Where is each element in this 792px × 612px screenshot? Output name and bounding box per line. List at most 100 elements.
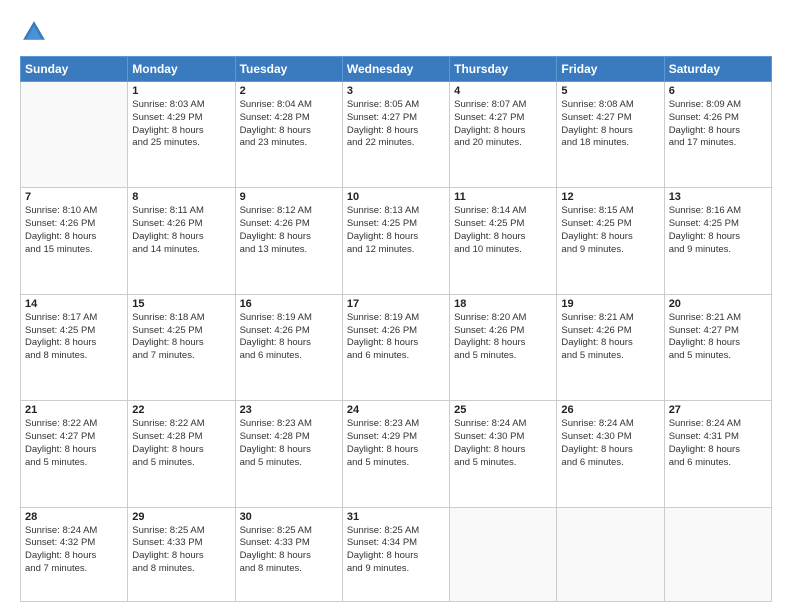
- calendar-cell: 2 Sunrise: 8:04 AMSunset: 4:28 PMDaylight…: [235, 82, 342, 188]
- calendar-cell: 9 Sunrise: 8:12 AMSunset: 4:26 PMDaylight…: [235, 188, 342, 294]
- day-info: Sunrise: 8:11 AMSunset: 4:26 PMDaylight:…: [132, 205, 230, 256]
- day-number: 6: [669, 85, 767, 97]
- day-info: Sunrise: 8:10 AMSunset: 4:26 PMDaylight:…: [25, 205, 123, 256]
- calendar-cell: 20 Sunrise: 8:21 AMSunset: 4:27 PMDayligh…: [664, 294, 771, 400]
- calendar-day-header: Sunday: [21, 57, 128, 82]
- calendar-cell: 3Sunrise: 8:05 AMSunset: 4:27 PMDaylight…: [342, 82, 449, 188]
- calendar-week-row: 21 Sunrise: 8:22 AMSunset: 4:27 PMDayligh…: [21, 401, 772, 507]
- logo: [20, 18, 52, 46]
- day-info: Sunrise: 8:21 AMSunset: 4:26 PMDaylight:…: [561, 312, 659, 363]
- day-number: 14: [25, 298, 123, 310]
- calendar-cell: 24 Sunrise: 8:23 AMSunset: 4:29 PMDayligh…: [342, 401, 449, 507]
- day-info: Sunrise: 8:24 AMSunset: 4:31 PMDaylight:…: [669, 418, 767, 469]
- day-number: 15: [132, 298, 230, 310]
- calendar-cell: 19 Sunrise: 8:21 AMSunset: 4:26 PMDayligh…: [557, 294, 664, 400]
- calendar-cell: 8 Sunrise: 8:11 AMSunset: 4:26 PMDaylight…: [128, 188, 235, 294]
- calendar-cell: [664, 507, 771, 601]
- calendar-cell: 7 Sunrise: 8:10 AMSunset: 4:26 PMDaylight…: [21, 188, 128, 294]
- day-number: 5: [561, 85, 659, 97]
- day-info: Sunrise: 8:16 AMSunset: 4:25 PMDaylight:…: [669, 205, 767, 256]
- calendar-cell: 17 Sunrise: 8:19 AMSunset: 4:26 PMDayligh…: [342, 294, 449, 400]
- day-info: Sunrise: 8:22 AMSunset: 4:27 PMDaylight:…: [25, 418, 123, 469]
- day-number: 7: [25, 191, 123, 203]
- calendar-cell: 15 Sunrise: 8:18 AMSunset: 4:25 PMDayligh…: [128, 294, 235, 400]
- calendar-cell: 21 Sunrise: 8:22 AMSunset: 4:27 PMDayligh…: [21, 401, 128, 507]
- calendar-week-row: 7 Sunrise: 8:10 AMSunset: 4:26 PMDaylight…: [21, 188, 772, 294]
- calendar-cell: 1Sunrise: 8:03 AMSunset: 4:29 PMDaylight…: [128, 82, 235, 188]
- day-info: Sunrise: 8:19 AMSunset: 4:26 PMDaylight:…: [240, 312, 338, 363]
- day-info: Sunrise: 8:25 AMSunset: 4:33 PMDaylight:…: [132, 525, 230, 576]
- day-number: 12: [561, 191, 659, 203]
- day-info: Sunrise: 8:23 AMSunset: 4:29 PMDaylight:…: [347, 418, 445, 469]
- header: [20, 18, 772, 46]
- calendar-week-row: 1Sunrise: 8:03 AMSunset: 4:29 PMDaylight…: [21, 82, 772, 188]
- day-number: 8: [132, 191, 230, 203]
- calendar-cell: 5 Sunrise: 8:08 AMSunset: 4:27 PMDaylight…: [557, 82, 664, 188]
- day-info: Sunrise: 8:08 AMSunset: 4:27 PMDaylight:…: [561, 99, 659, 150]
- calendar-day-header: Tuesday: [235, 57, 342, 82]
- day-info: Sunrise: 8:20 AMSunset: 4:26 PMDaylight:…: [454, 312, 552, 363]
- calendar-header-row: SundayMondayTuesdayWednesdayThursdayFrid…: [21, 57, 772, 82]
- day-number: 27: [669, 404, 767, 416]
- calendar-cell: 29 Sunrise: 8:25 AMSunset: 4:33 PMDayligh…: [128, 507, 235, 601]
- calendar-cell: 4 Sunrise: 8:07 AMSunset: 4:27 PMDaylight…: [450, 82, 557, 188]
- day-info: Sunrise: 8:12 AMSunset: 4:26 PMDaylight:…: [240, 205, 338, 256]
- day-info: Sunrise: 8:18 AMSunset: 4:25 PMDaylight:…: [132, 312, 230, 363]
- calendar-cell: 6Sunrise: 8:09 AMSunset: 4:26 PMDaylight…: [664, 82, 771, 188]
- day-number: 31: [347, 511, 445, 523]
- day-number: 21: [25, 404, 123, 416]
- day-number: 30: [240, 511, 338, 523]
- day-info: Sunrise: 8:15 AMSunset: 4:25 PMDaylight:…: [561, 205, 659, 256]
- calendar-cell: 22 Sunrise: 8:22 AMSunset: 4:28 PMDayligh…: [128, 401, 235, 507]
- day-info: Sunrise: 8:04 AMSunset: 4:28 PMDaylight:…: [240, 99, 338, 150]
- day-info: Sunrise: 8:05 AMSunset: 4:27 PMDaylight:…: [347, 99, 445, 150]
- day-info: Sunrise: 8:19 AMSunset: 4:26 PMDaylight:…: [347, 312, 445, 363]
- calendar-week-row: 28 Sunrise: 8:24 AMSunset: 4:32 PMDayligh…: [21, 507, 772, 601]
- day-number: 9: [240, 191, 338, 203]
- calendar-cell: 12 Sunrise: 8:15 AMSunset: 4:25 PMDayligh…: [557, 188, 664, 294]
- day-number: 16: [240, 298, 338, 310]
- calendar-table: SundayMondayTuesdayWednesdayThursdayFrid…: [20, 56, 772, 602]
- day-info: Sunrise: 8:21 AMSunset: 4:27 PMDaylight:…: [669, 312, 767, 363]
- day-info: Sunrise: 8:17 AMSunset: 4:25 PMDaylight:…: [25, 312, 123, 363]
- calendar-cell: [21, 82, 128, 188]
- calendar-cell: [557, 507, 664, 601]
- day-number: 28: [25, 511, 123, 523]
- day-number: 20: [669, 298, 767, 310]
- day-number: 19: [561, 298, 659, 310]
- day-number: 18: [454, 298, 552, 310]
- day-number: 26: [561, 404, 659, 416]
- day-info: Sunrise: 8:03 AMSunset: 4:29 PMDaylight:…: [132, 99, 230, 150]
- calendar-cell: 28 Sunrise: 8:24 AMSunset: 4:32 PMDayligh…: [21, 507, 128, 601]
- day-number: 22: [132, 404, 230, 416]
- day-info: Sunrise: 8:13 AMSunset: 4:25 PMDaylight:…: [347, 205, 445, 256]
- calendar-cell: 11 Sunrise: 8:14 AMSunset: 4:25 PMDayligh…: [450, 188, 557, 294]
- day-number: 17: [347, 298, 445, 310]
- day-info: Sunrise: 8:25 AMSunset: 4:34 PMDaylight:…: [347, 525, 445, 576]
- day-info: Sunrise: 8:14 AMSunset: 4:25 PMDaylight:…: [454, 205, 552, 256]
- logo-icon: [20, 18, 48, 46]
- day-info: Sunrise: 8:24 AMSunset: 4:30 PMDaylight:…: [561, 418, 659, 469]
- day-number: 11: [454, 191, 552, 203]
- calendar-cell: 30Sunrise: 8:25 AMSunset: 4:33 PMDayligh…: [235, 507, 342, 601]
- page: SundayMondayTuesdayWednesdayThursdayFrid…: [0, 0, 792, 612]
- day-number: 24: [347, 404, 445, 416]
- calendar-cell: 23Sunrise: 8:23 AMSunset: 4:28 PMDayligh…: [235, 401, 342, 507]
- calendar-cell: 13 Sunrise: 8:16 AMSunset: 4:25 PMDayligh…: [664, 188, 771, 294]
- day-info: Sunrise: 8:22 AMSunset: 4:28 PMDaylight:…: [132, 418, 230, 469]
- day-info: Sunrise: 8:24 AMSunset: 4:32 PMDaylight:…: [25, 525, 123, 576]
- day-info: Sunrise: 8:23 AMSunset: 4:28 PMDaylight:…: [240, 418, 338, 469]
- day-info: Sunrise: 8:24 AMSunset: 4:30 PMDaylight:…: [454, 418, 552, 469]
- day-info: Sunrise: 8:07 AMSunset: 4:27 PMDaylight:…: [454, 99, 552, 150]
- calendar-cell: 16 Sunrise: 8:19 AMSunset: 4:26 PMDayligh…: [235, 294, 342, 400]
- calendar-cell: 27 Sunrise: 8:24 AMSunset: 4:31 PMDayligh…: [664, 401, 771, 507]
- day-number: 25: [454, 404, 552, 416]
- day-number: 4: [454, 85, 552, 97]
- day-number: 2: [240, 85, 338, 97]
- calendar-cell: 18 Sunrise: 8:20 AMSunset: 4:26 PMDayligh…: [450, 294, 557, 400]
- day-number: 13: [669, 191, 767, 203]
- calendar-day-header: Monday: [128, 57, 235, 82]
- calendar-cell: [450, 507, 557, 601]
- calendar-day-header: Saturday: [664, 57, 771, 82]
- day-number: 29: [132, 511, 230, 523]
